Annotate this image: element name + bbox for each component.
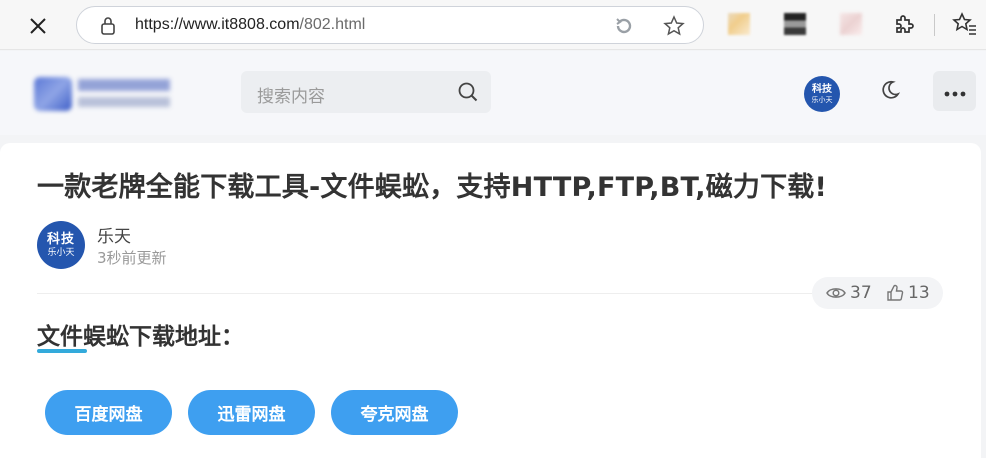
extension-icon[interactable] [728, 13, 750, 35]
article-title: 一款老牌全能下载工具-文件蜈蚣，支持HTTP,FTP,BT,磁力下载! [37, 172, 828, 203]
search-icon[interactable] [457, 81, 479, 107]
author-name[interactable]: 乐天 [97, 222, 131, 247]
site-header: 搜索内容 科技 乐小天 [0, 51, 986, 135]
puzzle-icon[interactable] [892, 12, 916, 40]
url-text[interactable]: https://www.it8808.com/802.html [135, 16, 365, 34]
like-count-value: 13 [908, 283, 930, 303]
xunlei-netdisk-button[interactable]: 迅雷网盘 [188, 390, 315, 435]
more-button[interactable] [933, 71, 976, 111]
moon-icon [879, 79, 901, 105]
avatar-line1: 科技 [812, 83, 832, 95]
search-placeholder: 搜索内容 [257, 87, 325, 107]
url-path: /802.html [299, 16, 366, 33]
extension-icon[interactable] [840, 13, 862, 35]
author-avatar-line2: 乐小天 [47, 247, 75, 258]
favorite-star-icon[interactable] [663, 15, 685, 41]
author-avatar[interactable]: 科技 乐小天 [37, 221, 85, 269]
author-avatar-line1: 科技 [46, 231, 75, 247]
article-card: 一款老牌全能下载工具-文件蜈蚣，支持HTTP,FTP,BT,磁力下载! 科技 乐… [0, 143, 981, 458]
toolbar-divider [934, 14, 935, 36]
reload-tracking-icon[interactable] [613, 15, 635, 41]
article-stats: 37 13 [812, 277, 943, 309]
eye-icon [826, 288, 846, 298]
more-icon [944, 82, 966, 101]
browser-toolbar: https://www.it8808.com/802.html [0, 0, 986, 50]
quark-netdisk-button[interactable]: 夸克网盘 [331, 390, 458, 435]
meta-divider [37, 293, 943, 294]
baidu-netdisk-button[interactable]: 百度网盘 [45, 390, 172, 435]
view-count-value: 37 [850, 283, 872, 303]
close-icon[interactable] [24, 12, 52, 40]
user-avatar[interactable]: 科技 乐小天 [804, 76, 840, 112]
site-logo[interactable] [34, 73, 174, 113]
avatar-line2: 乐小天 [811, 95, 833, 104]
address-bar[interactable]: https://www.it8808.com/802.html [76, 6, 704, 44]
section-underline [37, 349, 87, 353]
dark-mode-button[interactable] [871, 73, 909, 111]
like-count[interactable]: 13 [886, 283, 930, 303]
update-time: 3秒前更新 [97, 249, 167, 267]
download-section-title: 文件蜈蚣下载地址： [37, 324, 244, 350]
view-count: 37 [826, 283, 872, 303]
favorites-icon[interactable] [952, 12, 978, 40]
lock-icon[interactable] [99, 16, 117, 40]
thumbs-up-icon [887, 284, 904, 301]
url-host: https://www.it8808.com [135, 16, 300, 33]
search-input[interactable]: 搜索内容 [241, 71, 491, 113]
extension-icon[interactable] [784, 13, 806, 35]
